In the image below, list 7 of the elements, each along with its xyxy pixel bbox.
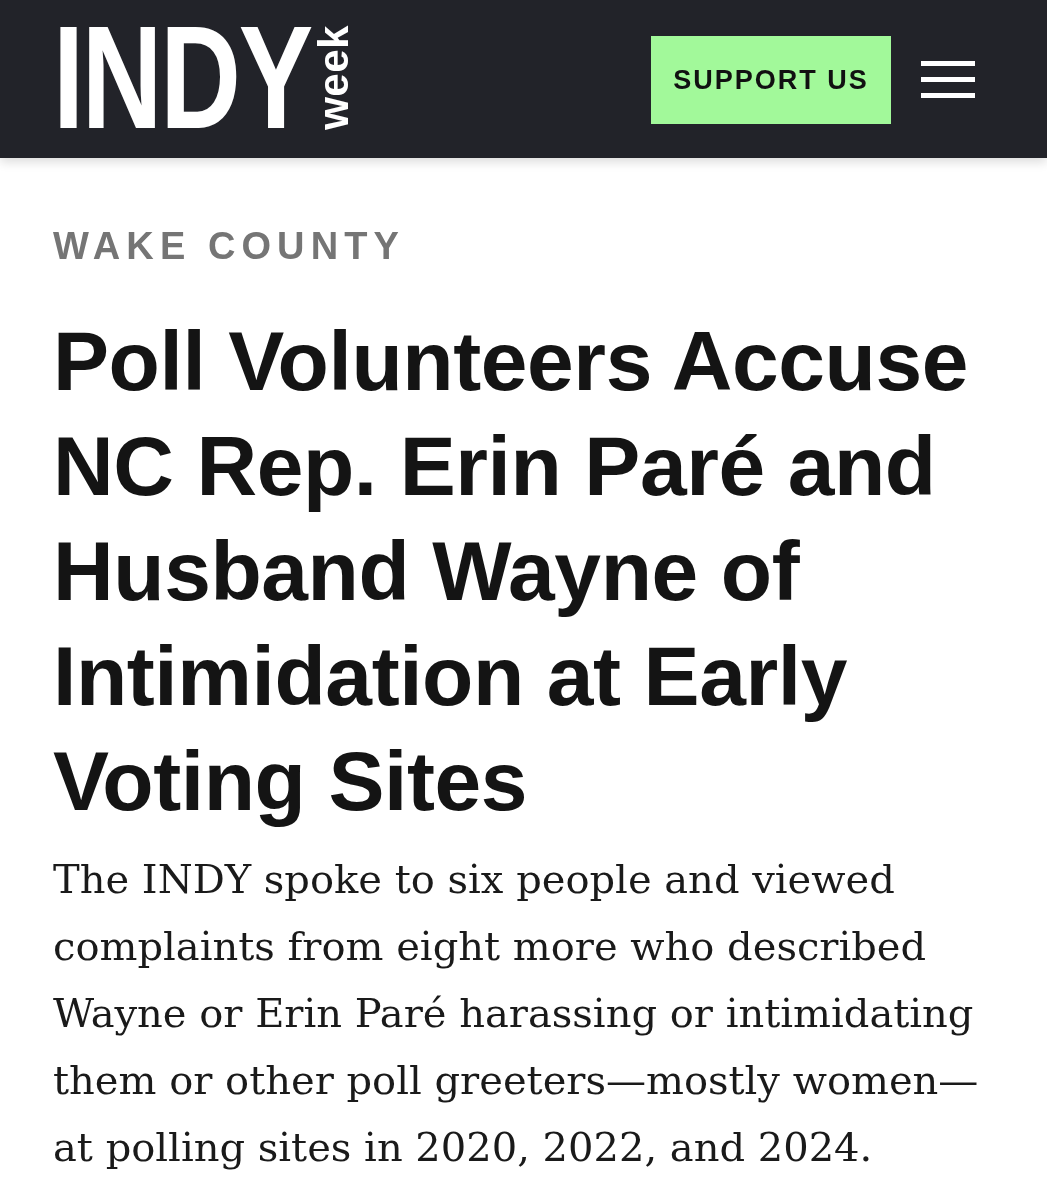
article-headline: Poll Volunteers Accuse NC Rep. Erin Paré and Husband Wayne of Intimidation at Early Voting Sites bbox=[53, 313, 970, 830]
article-summary: The INDY spoke to six people and viewed complaints from eight more who described Wayne or Erin Paré harassing or intimidating them or other poll greeters—mostly women—at polling sites in 2020, 2022, and 2024. bbox=[53, 855, 980, 1172]
logo-tagline[interactable]: week bbox=[317, 25, 349, 130]
section-label[interactable]: WAKE COUNTY bbox=[53, 227, 405, 265]
logo-wordmark[interactable]: INDY bbox=[53, 24, 311, 131]
menu-icon[interactable] bbox=[921, 60, 975, 98]
support-button[interactable]: SUPPORT US bbox=[651, 36, 891, 124]
